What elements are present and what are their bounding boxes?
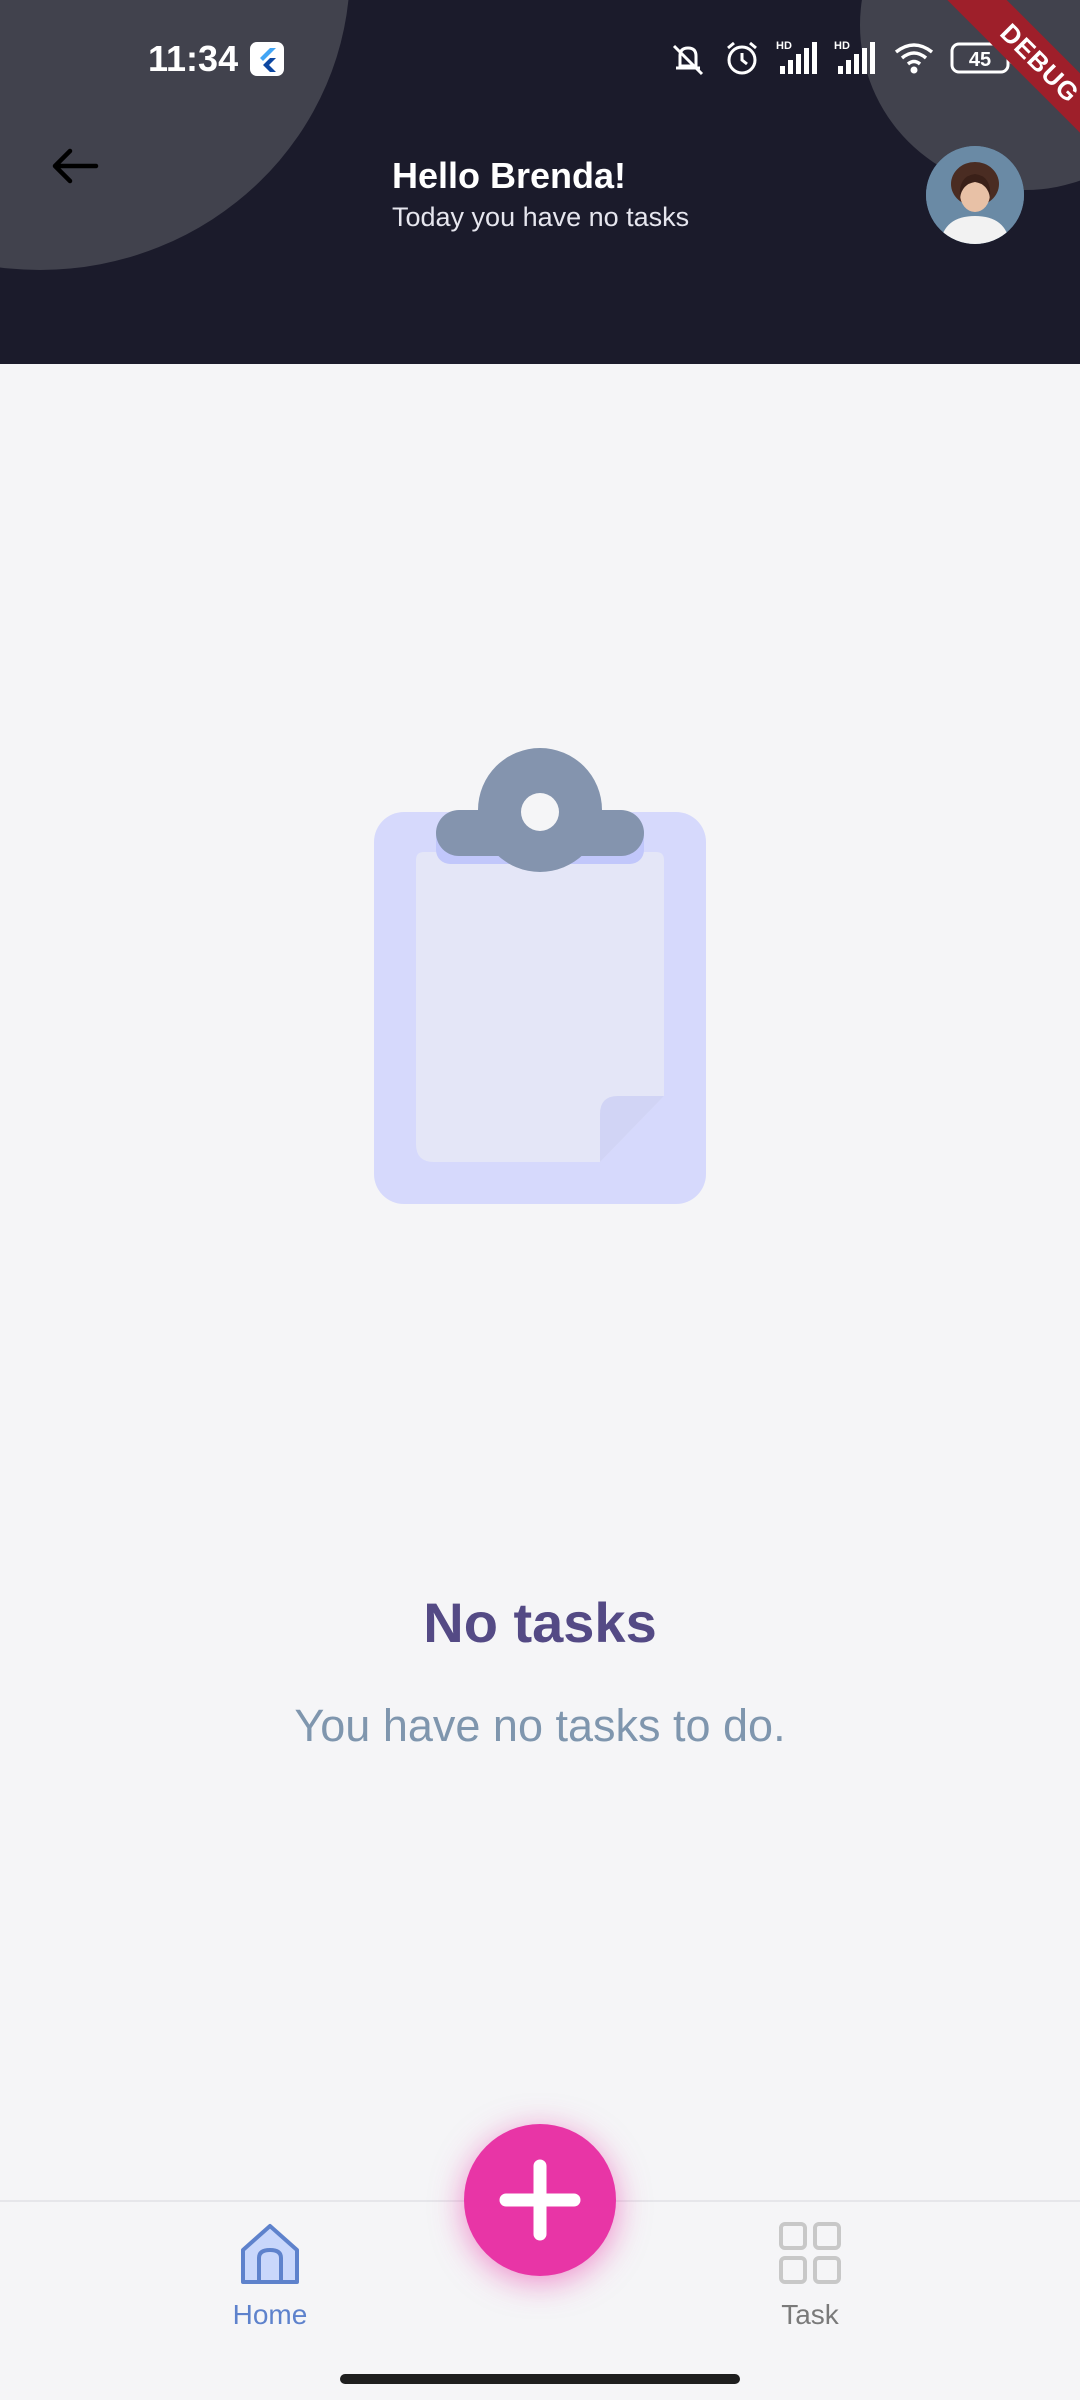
greeting-subtitle: Today you have no tasks bbox=[392, 202, 690, 232]
empty-state-message: You have no tasks to do. bbox=[294, 1700, 786, 1751]
status-time: 11:34 bbox=[148, 38, 239, 79]
clipboard-icon bbox=[374, 748, 706, 1204]
empty-state-title: No tasks bbox=[423, 1591, 657, 1654]
empty-clipboard-illustration bbox=[374, 748, 706, 1204]
nav-label-task: Task bbox=[781, 2299, 839, 2330]
alarm-icon bbox=[727, 41, 757, 75]
user-avatar[interactable] bbox=[926, 146, 1024, 244]
home-icon bbox=[241, 2224, 299, 2284]
add-task-button[interactable] bbox=[464, 2124, 616, 2276]
status-icons: HD HD 45 bbox=[668, 36, 1016, 80]
plus-icon bbox=[499, 2159, 581, 2241]
flutter-app-icon bbox=[250, 42, 284, 76]
signal-hd-icon-1: HD bbox=[776, 40, 817, 74]
svg-text:HD: HD bbox=[834, 40, 850, 52]
nav-label-home: Home bbox=[232, 2299, 308, 2330]
home-indicator[interactable] bbox=[340, 2374, 740, 2384]
greeting-title: Hello Brenda! bbox=[392, 155, 627, 196]
svg-text:HD: HD bbox=[776, 40, 792, 52]
wifi-icon bbox=[894, 43, 934, 74]
app-header: 11:34 HD HD 45 DEBUG Hello Brenda! Today… bbox=[0, 0, 1080, 364]
status-bar: 11:34 HD HD 45 bbox=[0, 0, 1080, 120]
arrow-left-icon bbox=[52, 148, 99, 184]
grid-icon bbox=[779, 2222, 841, 2284]
bell-off-icon bbox=[672, 44, 704, 76]
signal-hd-icon-2: HD bbox=[834, 40, 875, 74]
back-button[interactable] bbox=[40, 130, 112, 202]
nav-item-task[interactable]: Task bbox=[710, 2218, 910, 2331]
nav-item-home[interactable]: Home bbox=[170, 2218, 370, 2331]
battery-level: 45 bbox=[969, 49, 991, 71]
